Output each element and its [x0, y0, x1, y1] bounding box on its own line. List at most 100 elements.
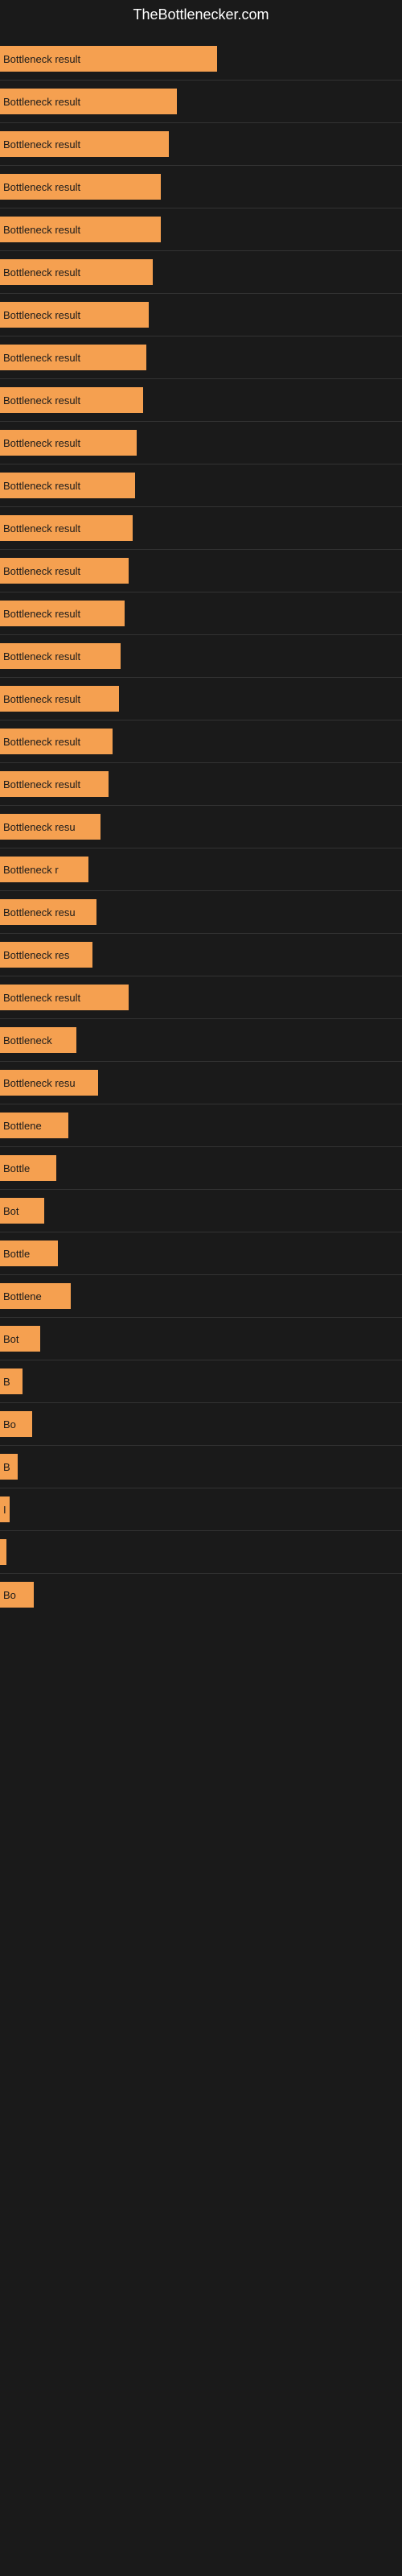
bottleneck-bar: Bottleneck resu [0, 814, 100, 840]
bar-row: Bottleneck resu [0, 806, 402, 848]
bar-label: Bottleneck result [3, 266, 80, 279]
bar-row: Bottleneck result [0, 592, 402, 634]
site-title: TheBottlenecker.com [0, 0, 402, 30]
bottleneck-bar: Bottleneck r [0, 857, 88, 882]
bar-label: Bottleneck result [3, 138, 80, 151]
bottleneck-bar: Bottleneck result [0, 302, 149, 328]
bar-row: Bottleneck result [0, 294, 402, 336]
bottleneck-bar: B [0, 1454, 18, 1480]
bar-row: Bot [0, 1318, 402, 1360]
bar-label: Bottleneck result [3, 992, 80, 1004]
bottleneck-bar: Bo [0, 1411, 32, 1437]
bottleneck-bar: Bottleneck result [0, 259, 153, 285]
bar-label: B [3, 1461, 10, 1473]
bottleneck-bar: Bottleneck resu [0, 899, 96, 925]
bottleneck-bar: Bottleneck resu [0, 1070, 98, 1096]
bar-label: Bottleneck result [3, 778, 80, 791]
bottleneck-bar: Bottlene [0, 1113, 68, 1138]
bar-row: Bottleneck resu [0, 1062, 402, 1104]
bar-label: Bottleneck result [3, 181, 80, 193]
bar-row: Bottleneck result [0, 208, 402, 250]
bar-row: Bottlene [0, 1104, 402, 1146]
bar-label: Bot [3, 1333, 19, 1345]
bottleneck-bar: Bottleneck res [0, 942, 92, 968]
bar-row: Bottleneck result [0, 550, 402, 592]
bottleneck-bar: Bottleneck result [0, 558, 129, 584]
bottleneck-bar: Bottleneck result [0, 601, 125, 626]
bar-label: Bo [3, 1418, 16, 1430]
bar-label: B [3, 1376, 10, 1388]
bar-row: Bottle [0, 1147, 402, 1189]
bar-label: Bottleneck result [3, 522, 80, 535]
bar-label: Bottleneck [3, 1034, 52, 1046]
bottleneck-bar: Bottleneck result [0, 131, 169, 157]
bar-label: Bottleneck resu [3, 821, 76, 833]
bottleneck-bar: Bottleneck result [0, 771, 109, 797]
bottleneck-bar: Bottleneck result [0, 985, 129, 1010]
bottleneck-bar: Bottleneck result [0, 174, 161, 200]
bar-label: Bottle [3, 1162, 30, 1174]
bar-row: Bottlene [0, 1275, 402, 1317]
title-text: TheBottlenecker.com [133, 6, 269, 23]
bar-label: Bottleneck res [3, 949, 69, 961]
bottleneck-bar: Bottle [0, 1155, 56, 1181]
bottleneck-bar: Bottleneck result [0, 430, 137, 456]
bottleneck-bar: I [0, 1496, 10, 1522]
bar-row: B [0, 1360, 402, 1402]
bottleneck-bar: Bottleneck result [0, 473, 135, 498]
bar-label: Bottleneck result [3, 96, 80, 108]
bottleneck-bar [0, 1539, 6, 1565]
bar-label: Bottleneck result [3, 650, 80, 663]
bottleneck-bar: Bottleneck result [0, 217, 161, 242]
bar-label: Bottleneck result [3, 437, 80, 449]
bottleneck-bar: Bot [0, 1198, 44, 1224]
bar-row: Bottleneck result [0, 379, 402, 421]
bar-row: Bo [0, 1574, 402, 1616]
bar-row: Bottleneck r [0, 848, 402, 890]
bar-row: Bottleneck result [0, 678, 402, 720]
bar-row: Bottleneck result [0, 720, 402, 762]
bar-row: Bottleneck result [0, 80, 402, 122]
bar-row: Bottleneck resu [0, 891, 402, 933]
bar-label: Bottleneck result [3, 480, 80, 492]
bottleneck-bar: Bottlene [0, 1283, 71, 1309]
bottleneck-bar: Bot [0, 1326, 40, 1352]
bar-row: Bottleneck result [0, 123, 402, 165]
bar-row: Bottleneck result [0, 336, 402, 378]
bar-row: Bo [0, 1403, 402, 1445]
bar-label: Bottleneck result [3, 736, 80, 748]
bar-row [0, 1531, 402, 1573]
bar-label: Bottleneck result [3, 224, 80, 236]
bottleneck-bar: Bottleneck result [0, 643, 121, 669]
bottleneck-bar: Bottleneck result [0, 46, 217, 72]
bar-label: Bo [3, 1589, 16, 1601]
bar-label: Bottleneck result [3, 53, 80, 65]
bar-label: Bottleneck result [3, 565, 80, 577]
bar-row: Bottle [0, 1232, 402, 1274]
bottleneck-bar: Bottleneck result [0, 387, 143, 413]
bar-label: Bottleneck result [3, 352, 80, 364]
bar-row: Bottleneck result [0, 166, 402, 208]
bar-label: Bottlene [3, 1290, 42, 1302]
bar-row: Bottleneck result [0, 507, 402, 549]
bar-label: Bottleneck result [3, 608, 80, 620]
bottleneck-bar: Bo [0, 1582, 34, 1608]
bar-row: Bottleneck result [0, 251, 402, 293]
bar-label: Bottle [3, 1248, 30, 1260]
bar-label: I [3, 1504, 6, 1516]
bottleneck-bar: Bottleneck result [0, 345, 146, 370]
bar-row: Bot [0, 1190, 402, 1232]
bar-label: Bottleneck resu [3, 906, 76, 919]
bar-row: B [0, 1446, 402, 1488]
bottleneck-bar: B [0, 1368, 23, 1394]
bar-row: Bottleneck result [0, 635, 402, 677]
bar-label: Bottleneck resu [3, 1077, 76, 1089]
bottleneck-bar: Bottle [0, 1241, 58, 1266]
bottleneck-bar: Bottleneck result [0, 89, 177, 114]
bar-row: Bottleneck result [0, 976, 402, 1018]
bar-label: Bottleneck result [3, 309, 80, 321]
bottleneck-bar: Bottleneck result [0, 729, 113, 754]
bar-label: Bottleneck result [3, 693, 80, 705]
bottleneck-bar: Bottleneck result [0, 686, 119, 712]
bar-label: Bottleneck r [3, 864, 59, 876]
